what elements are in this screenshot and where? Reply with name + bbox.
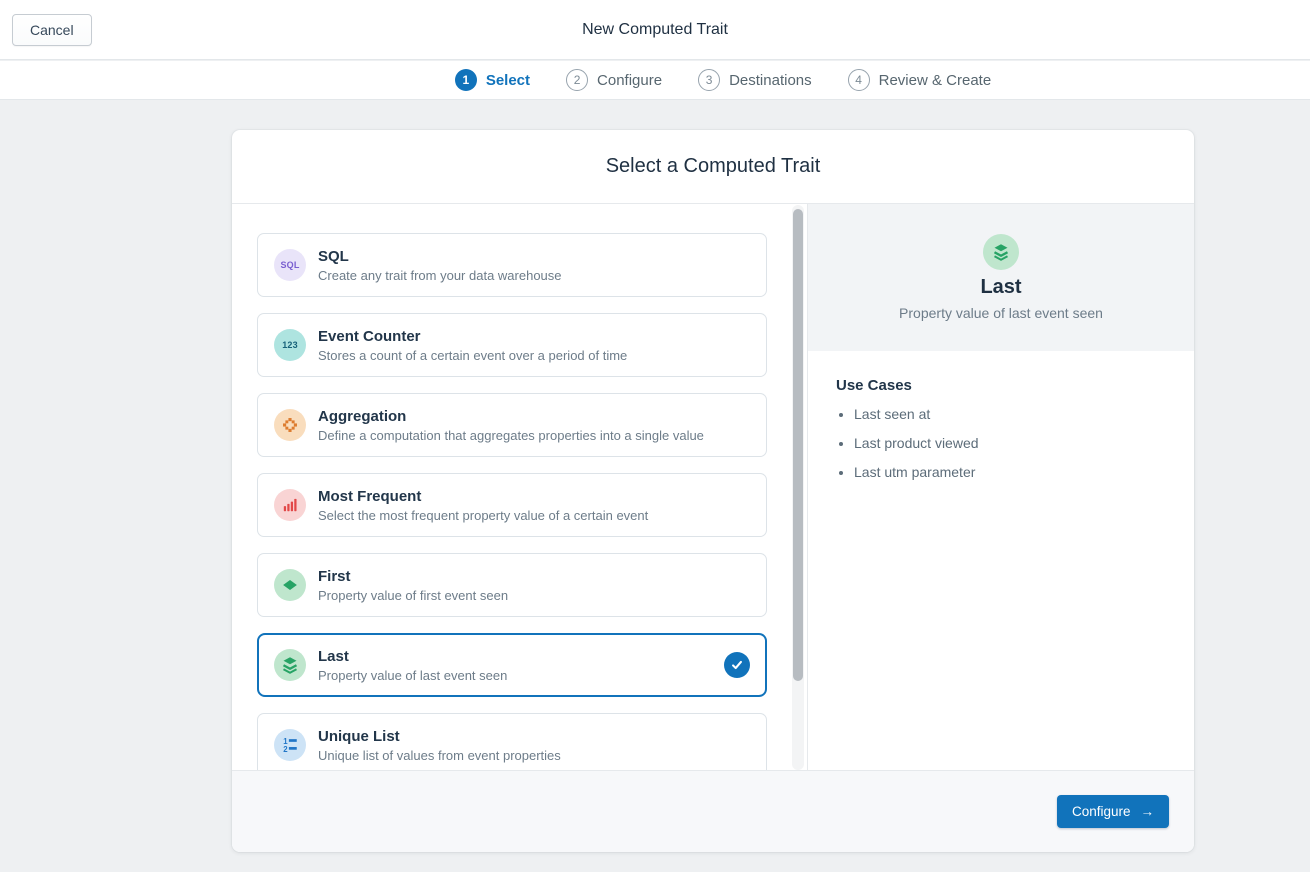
layers-icon: [983, 234, 1019, 270]
scrollbar-track[interactable]: [792, 205, 804, 770]
trait-text: Most Frequent Select the most frequent p…: [318, 488, 648, 523]
configure-button[interactable]: Configure →: [1057, 795, 1169, 828]
bar-chart-icon: [274, 489, 306, 521]
trait-text: Aggregation Define a computation that ag…: [318, 408, 704, 443]
use-case-item: Last utm parameter: [854, 464, 1166, 480]
trait-text: Last Property value of last event seen: [318, 648, 507, 683]
trait-description: Create any trait from your data warehous…: [318, 268, 562, 283]
layers-icon: [274, 649, 306, 681]
step-label: Destinations: [729, 72, 812, 89]
svg-text:2: 2: [283, 745, 288, 754]
step-number-circle: 3: [698, 69, 720, 91]
trait-text: Event Counter Stores a count of a certai…: [318, 328, 627, 363]
trait-detail-panel: Last Property value of last event seen U…: [807, 204, 1194, 770]
top-header-bar: Cancel New Computed Trait: [0, 0, 1310, 60]
trait-item-most-frequent[interactable]: Most Frequent Select the most frequent p…: [257, 473, 767, 537]
step-number-circle: 2: [566, 69, 588, 91]
step-configure[interactable]: 2 Configure: [566, 69, 662, 91]
trait-description: Stores a count of a certain event over a…: [318, 348, 627, 363]
trait-name: Aggregation: [318, 408, 704, 425]
trait-description: Unique list of values from event propert…: [318, 748, 561, 763]
step-select[interactable]: 1 Select: [455, 69, 530, 91]
aggregation-diamond-dots-icon: [274, 409, 306, 441]
trait-list-container: SQL SQL Create any trait from your data …: [232, 204, 807, 770]
use-case-list: Last seen at Last product viewed Last utm …: [854, 406, 1166, 480]
step-review-create[interactable]: 4 Review & Create: [848, 69, 992, 91]
trait-text: First Property value of first event seen: [318, 568, 508, 603]
card-body: SQL SQL Create any trait from your data …: [232, 204, 1194, 770]
trait-item-sql[interactable]: SQL SQL Create any trait from your data …: [257, 233, 767, 297]
configure-button-label: Configure: [1072, 804, 1131, 819]
stepper-bar: 1 Select 2 Configure 3 Destinations 4 Revie…: [0, 61, 1310, 100]
trait-description: Property value of last event seen: [318, 668, 507, 683]
scrollbar-thumb[interactable]: [793, 209, 803, 681]
trait-description: Define a computation that aggregates pro…: [318, 428, 704, 443]
use-case-item: Last seen at: [854, 406, 1166, 422]
trait-name: SQL: [318, 248, 562, 265]
step-label: Select: [486, 72, 530, 89]
stepper: 1 Select 2 Configure 3 Destinations 4 Revie…: [455, 69, 991, 91]
step-label: Configure: [597, 72, 662, 89]
trait-name: First: [318, 568, 508, 585]
page-title: New Computed Trait: [0, 0, 1310, 60]
trait-name: Event Counter: [318, 328, 627, 345]
trait-name: Last: [318, 648, 507, 665]
detail-subtitle: Property value of last event seen: [899, 305, 1103, 321]
trait-item-unique-list[interactable]: 1 2 Unique List Unique list of values fr…: [257, 713, 767, 770]
diamond-icon: [274, 569, 306, 601]
sql-badge-icon: SQL: [274, 249, 306, 281]
detail-title: Last: [980, 276, 1021, 299]
trait-text: SQL Create any trait from your data ware…: [318, 248, 562, 283]
trait-name: Unique List: [318, 728, 561, 745]
trait-item-first[interactable]: First Property value of first event seen: [257, 553, 767, 617]
trait-list: SQL SQL Create any trait from your data …: [232, 204, 807, 770]
trait-item-last[interactable]: Last Property value of last event seen: [257, 633, 767, 697]
selected-check-icon: [724, 652, 750, 678]
step-destinations[interactable]: 3 Destinations: [698, 69, 812, 91]
trait-text: Unique List Unique list of values from e…: [318, 728, 561, 763]
trait-description: Property value of first event seen: [318, 588, 508, 603]
use-cases-section: Use Cases Last seen at Last product viewe…: [808, 351, 1194, 519]
trait-description: Select the most frequent property value …: [318, 508, 648, 523]
use-case-item: Last product viewed: [854, 435, 1166, 451]
step-number-circle: 4: [848, 69, 870, 91]
trait-item-aggregation[interactable]: Aggregation Define a computation that ag…: [257, 393, 767, 457]
trait-name: Most Frequent: [318, 488, 648, 505]
select-trait-card: Select a Computed Trait SQL SQL Create a…: [232, 130, 1194, 852]
arrow-right-icon: →: [1141, 804, 1155, 819]
use-cases-title: Use Cases: [836, 377, 1166, 394]
numbered-list-icon: 1 2: [274, 729, 306, 761]
card-footer: Configure →: [232, 770, 1194, 852]
card-title: Select a Computed Trait: [232, 130, 1194, 204]
step-number-circle: 1: [455, 69, 477, 91]
step-label: Review & Create: [879, 72, 992, 89]
counter-123-icon: 123: [274, 329, 306, 361]
trait-item-event-counter[interactable]: 123 Event Counter Stores a count of a ce…: [257, 313, 767, 377]
detail-header: Last Property value of last event seen: [808, 204, 1194, 351]
